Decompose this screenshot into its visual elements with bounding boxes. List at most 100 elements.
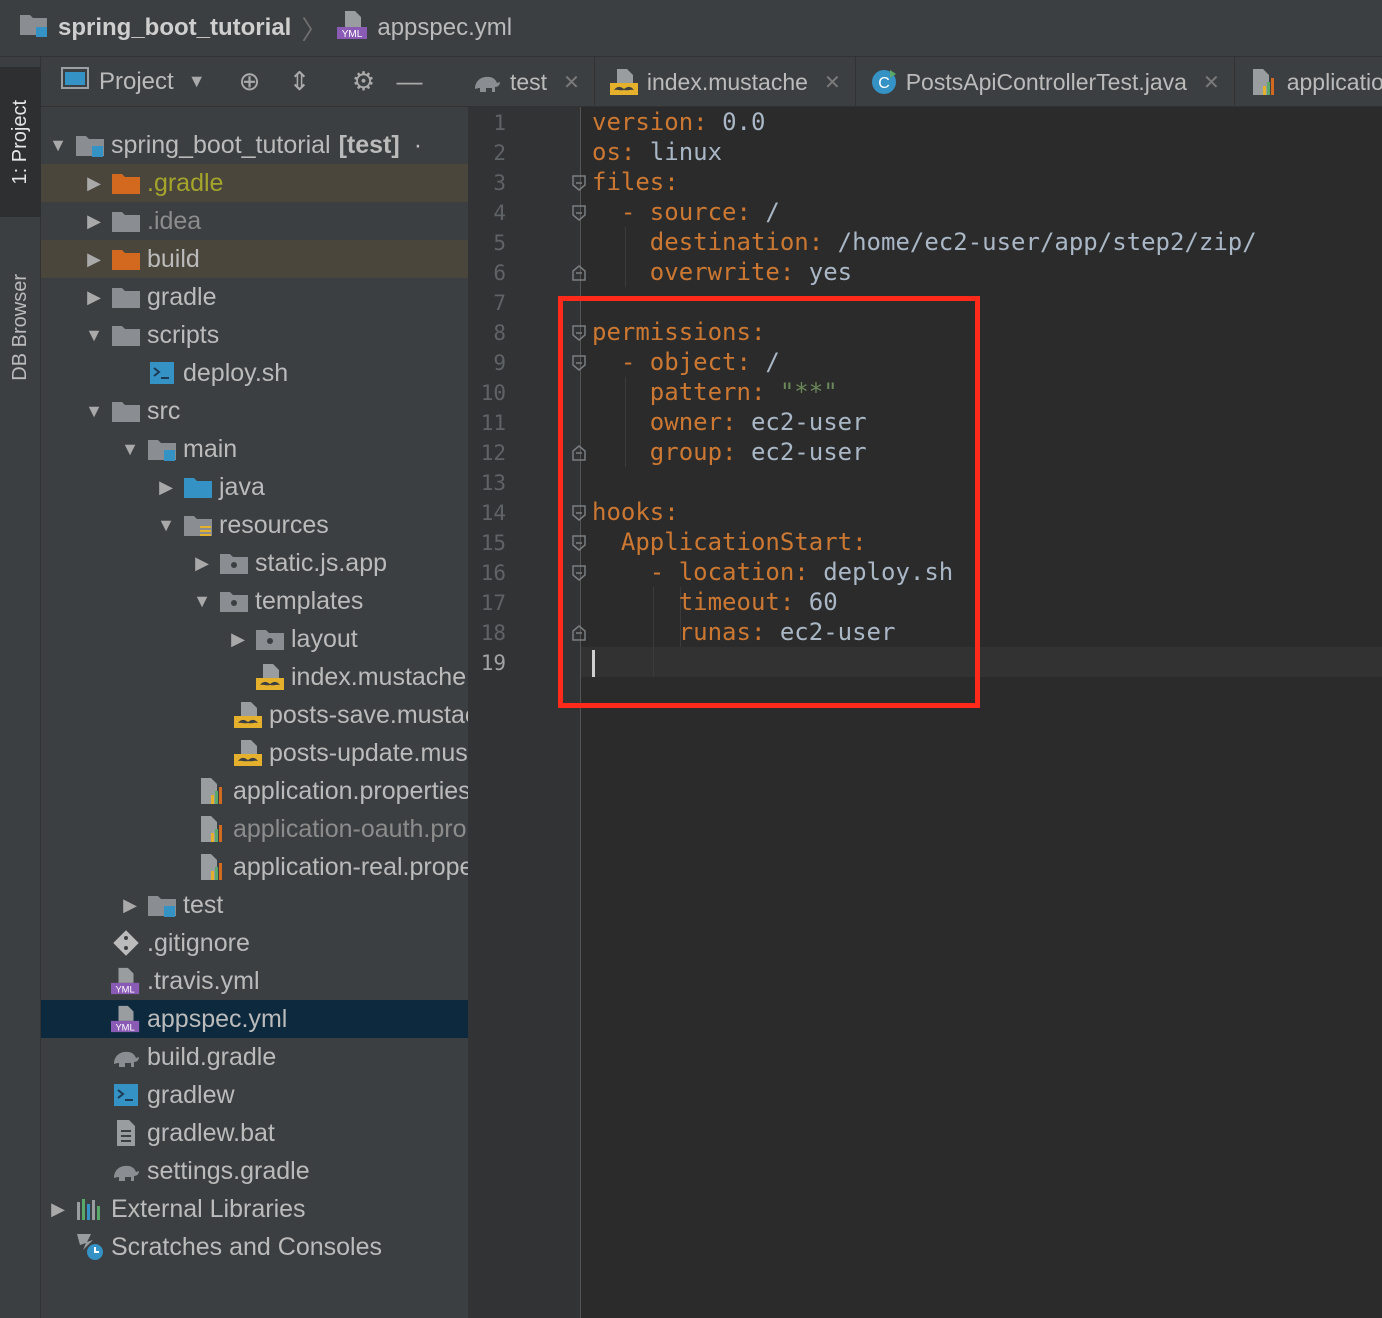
tree-item[interactable]: build.gradle — [41, 1038, 468, 1076]
expand-arrow-right-icon[interactable]: ▶ — [119, 895, 141, 916]
tree-item[interactable]: deploy.sh — [41, 354, 468, 392]
tree-item[interactable]: ▶ static.js.app — [41, 544, 468, 582]
tree-item[interactable]: settings.gradle — [41, 1152, 468, 1190]
tree-item[interactable]: gradlew — [41, 1076, 468, 1114]
line-number: 16 — [480, 561, 506, 585]
editor-tab[interactable]: C PostsApiControllerTest.java ✕ — [856, 57, 1235, 106]
tree-item[interactable]: posts-update.mustache — [41, 734, 468, 772]
svg-text:YML: YML — [115, 1022, 134, 1032]
tree-item-label: settings.gradle — [147, 1156, 310, 1185]
expand-arrow-right-icon[interactable]: ▶ — [191, 553, 213, 574]
folder-icon — [111, 207, 141, 235]
code-editor[interactable]: version: 0.0 os: linux files: - source: / … — [581, 107, 1382, 1318]
expand-arrow-right-icon[interactable]: ▶ — [227, 629, 249, 650]
tree-item[interactable]: index.mustache — [41, 658, 468, 696]
tree-item[interactable]: ▼ src — [41, 392, 468, 430]
project-panel-header: Project ▼ ⊕ ⇕ ⚙ — — [41, 57, 468, 107]
editor-tab-label: PostsApiControllerTest.java — [905, 68, 1187, 95]
tree-item-label: index.mustache — [291, 662, 467, 691]
tree-item[interactable]: ▶ java — [41, 468, 468, 506]
db-browser-tool-tab[interactable]: DB Browser — [0, 237, 41, 417]
tree-item[interactable]: .gitignore — [41, 924, 468, 962]
yaml-punctuation: : — [664, 168, 679, 196]
gradle-file-icon — [111, 1157, 141, 1185]
yaml-value: 0.0 — [722, 108, 766, 136]
tree-item[interactable]: posts-save.mustache — [41, 696, 468, 734]
tree-item[interactable]: ▼ main — [41, 430, 468, 468]
tree-item[interactable]: ▼ resources — [41, 506, 468, 544]
gradle-file-icon — [472, 69, 502, 95]
tree-item-label: build — [147, 244, 200, 273]
hide-panel-icon[interactable]: — — [392, 64, 428, 100]
expand-arrow-down-icon[interactable]: ▼ — [83, 325, 105, 346]
line-number: 13 — [480, 471, 506, 495]
tree-item-label: application.properties — [233, 776, 468, 805]
breadcrumb-file[interactable]: YML appspec.yml — [337, 10, 512, 47]
yaml-value: /home/ec2-user/app/step2/zip/ — [837, 228, 1257, 256]
tree-item[interactable]: gradlew.bat — [41, 1114, 468, 1152]
tree-item[interactable]: ▶ test — [41, 886, 468, 924]
tree-item[interactable]: YML appspec.yml — [41, 1000, 468, 1038]
expand-arrow-right-icon[interactable]: ▶ — [155, 477, 177, 498]
line-number: 19 — [480, 651, 506, 675]
close-icon[interactable]: ✕ — [824, 70, 841, 95]
locate-file-icon[interactable]: ⊕ — [232, 64, 268, 100]
folder-icon — [111, 283, 141, 311]
gradle-file-icon — [111, 1043, 141, 1071]
tree-item[interactable]: ▶ .gradle — [41, 164, 468, 202]
excluded-folder-icon — [111, 245, 141, 273]
tree-item[interactable]: ▶ gradle — [41, 278, 468, 316]
editor-tab[interactable]: application.properties — [1235, 57, 1382, 106]
tree-item-label: .gitignore — [147, 928, 250, 957]
expand-arrow-right-icon[interactable]: ▶ — [83, 173, 105, 194]
tree-item[interactable]: ▼ templates — [41, 582, 468, 620]
expand-arrow-right-icon[interactable]: ▶ — [83, 287, 105, 308]
scratches-icon — [75, 1233, 105, 1261]
tree-item-label: .gradle — [147, 168, 224, 197]
line-number: 18 — [480, 621, 506, 645]
libraries-icon — [75, 1195, 105, 1223]
tree-item[interactable]: Scratches and Consoles — [41, 1228, 468, 1266]
yaml-key: destination — [592, 228, 809, 256]
tree-item[interactable]: YML .travis.yml — [41, 962, 468, 1000]
tree-item[interactable]: application-oauth.properties — [41, 810, 468, 848]
breadcrumb-separator: 〉 — [301, 14, 328, 45]
tree-item-extra: · — [413, 130, 423, 159]
code-line: destination: /home/ec2-user/app/step2/zi… — [592, 227, 1257, 257]
yaml-key: version — [592, 108, 694, 136]
breadcrumb-project[interactable]: spring_boot_tutorial — [18, 11, 291, 46]
breadcrumb-file-label: appspec.yml — [377, 14, 513, 41]
tree-item[interactable]: ▼ scripts — [41, 316, 468, 354]
close-icon[interactable]: ✕ — [1203, 70, 1220, 95]
project-view-selector[interactable]: Project — [99, 68, 174, 96]
expand-arrow-right-icon[interactable]: ▶ — [47, 1199, 69, 1220]
project-tool-tab[interactable]: 1: Project — [0, 67, 41, 217]
tree-item-label: application-real.properties — [233, 852, 468, 881]
expand-arrow-down-icon[interactable]: ▼ — [191, 591, 213, 612]
chevron-down-icon[interactable]: ▼ — [188, 71, 206, 92]
line-number: 8 — [493, 321, 506, 345]
line-number: 3 — [493, 171, 506, 195]
expand-arrow-down-icon[interactable]: ▼ — [47, 135, 69, 156]
expand-arrow-down-icon[interactable]: ▼ — [83, 401, 105, 422]
line-number: 4 — [493, 201, 506, 225]
expand-arrow-right-icon[interactable]: ▶ — [83, 211, 105, 232]
gear-icon[interactable]: ⚙ — [346, 64, 382, 100]
editor-tab[interactable]: test ✕ — [468, 57, 595, 106]
tree-item[interactable]: ▶ External Libraries — [41, 1190, 468, 1228]
expand-arrow-down-icon[interactable]: ▼ — [119, 439, 141, 460]
tree-item[interactable]: application-real.properties — [41, 848, 468, 886]
tree-item[interactable]: application.properties — [41, 772, 468, 810]
tree-item[interactable]: ▶ layout — [41, 620, 468, 658]
tree-item-label: static.js.app — [255, 548, 388, 577]
editor-tab[interactable]: index.mustache ✕ — [595, 57, 856, 106]
collapse-all-icon[interactable]: ⇕ — [282, 64, 318, 100]
expand-arrow-right-icon[interactable]: ▶ — [83, 249, 105, 270]
folder-icon — [111, 397, 141, 425]
tree-item[interactable]: ▼ spring_boot_tutorial [test] · — [41, 126, 468, 164]
close-icon[interactable]: ✕ — [563, 70, 580, 95]
tree-item[interactable]: ▶ .idea — [41, 202, 468, 240]
tree-item[interactable]: ▶ build — [41, 240, 468, 278]
line-number: 9 — [493, 351, 506, 375]
expand-arrow-down-icon[interactable]: ▼ — [155, 515, 177, 536]
